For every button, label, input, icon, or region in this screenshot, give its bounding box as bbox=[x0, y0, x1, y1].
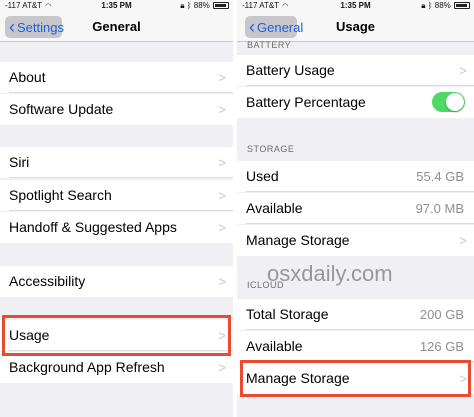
battery-percent: 88% bbox=[434, 1, 451, 10]
chevron-right-icon: > bbox=[459, 233, 467, 248]
row-label: Used bbox=[246, 168, 279, 184]
nav-bar: ‹ General Usage bbox=[237, 12, 474, 42]
chevron-right-icon: > bbox=[218, 360, 226, 375]
row-label: Total Storage bbox=[246, 306, 329, 322]
row-value: 97.0 MB bbox=[415, 201, 464, 216]
usage-row-battery-percentage: Battery Percentage bbox=[237, 87, 474, 118]
row-label: Software Update bbox=[9, 101, 114, 117]
row-label: Battery Percentage bbox=[246, 94, 366, 110]
page-title: General bbox=[92, 19, 141, 34]
chevron-right-icon: > bbox=[459, 371, 467, 386]
usage-row-used: Used 55.4 GB bbox=[237, 161, 474, 192]
battery-percentage-toggle[interactable] bbox=[432, 92, 465, 112]
chevron-right-icon: > bbox=[459, 63, 467, 78]
row-label: Usage bbox=[9, 327, 50, 343]
settings-row-background-app-refresh[interactable]: Background App Refresh > bbox=[0, 352, 233, 383]
settings-row-about[interactable]: About > bbox=[0, 62, 233, 93]
watermark: osxdaily.com bbox=[267, 261, 393, 286]
settings-row-software-update[interactable]: Software Update > bbox=[0, 94, 233, 125]
general-screen: -117 AT&T ◠ 1:35 PM 🔒︎ ᛒ 88% ‹ Settings G… bbox=[0, 0, 233, 417]
settings-row-usage[interactable]: Usage > bbox=[0, 320, 233, 351]
row-label: Spotlight Search bbox=[9, 187, 112, 203]
battery-percent: 88% bbox=[193, 1, 210, 10]
usage-screen: -117 AT&T ◠ 1:35 PM 🔒︎ ᛒ 88% ‹ General Us… bbox=[237, 0, 474, 417]
status-bar: -117 AT&T ◠ 1:35 PM 🔒︎ ᛒ 88% bbox=[237, 0, 474, 12]
chevron-right-icon: > bbox=[218, 155, 226, 170]
page-title: Usage bbox=[335, 19, 376, 34]
battery-icon bbox=[213, 2, 229, 9]
bluetooth-icon: ᛒ bbox=[186, 1, 192, 10]
settings-row-siri[interactable]: Siri > bbox=[0, 147, 233, 178]
usage-row-total-storage: Total Storage 200 GB bbox=[237, 299, 474, 330]
chevron-right-icon: > bbox=[218, 102, 226, 117]
row-label: Manage Storage bbox=[246, 232, 350, 248]
settings-row-handoff[interactable]: Handoff & Suggested Apps > bbox=[0, 212, 233, 243]
section-header-battery: BATTERY bbox=[247, 40, 292, 50]
usage-row-icloud-available: Available 126 GB bbox=[237, 331, 474, 362]
row-value: 200 GB bbox=[419, 307, 464, 322]
usage-row-manage-storage[interactable]: Manage Storage > bbox=[237, 225, 474, 256]
status-bar: -117 AT&T ◠ 1:35 PM 🔒︎ ᛒ 88% bbox=[0, 0, 233, 12]
row-label: About bbox=[9, 69, 46, 85]
nav-bar: ‹ Settings General bbox=[0, 12, 233, 42]
status-right: 🔒︎ ᛒ 88% bbox=[421, 1, 470, 11]
row-label: Battery Usage bbox=[246, 62, 335, 78]
row-label: Siri bbox=[9, 154, 30, 170]
chevron-right-icon: > bbox=[218, 274, 226, 289]
lock-icon: 🔒︎ bbox=[421, 1, 426, 10]
row-label: Accessibility bbox=[9, 273, 86, 289]
toggle-knob bbox=[446, 93, 464, 111]
chevron-right-icon: > bbox=[218, 220, 226, 235]
row-value: 126 GB bbox=[419, 339, 464, 354]
row-label: Manage Storage bbox=[246, 370, 350, 386]
battery-icon bbox=[454, 2, 470, 9]
usage-row-battery-usage[interactable]: Battery Usage > bbox=[237, 55, 474, 86]
usage-row-icloud-manage-storage[interactable]: Manage Storage > bbox=[237, 363, 474, 394]
chevron-right-icon: > bbox=[218, 70, 226, 85]
usage-row-available: Available 97.0 MB bbox=[237, 193, 474, 224]
section-header-storage: STORAGE bbox=[247, 144, 295, 154]
status-right: 🔒︎ ᛒ 88% bbox=[180, 1, 229, 11]
chevron-right-icon: > bbox=[218, 188, 226, 203]
chevron-right-icon: > bbox=[218, 328, 226, 343]
row-label: Available bbox=[246, 200, 303, 216]
settings-row-accessibility[interactable]: Accessibility > bbox=[0, 266, 233, 297]
row-label: Available bbox=[246, 338, 303, 354]
row-label: Background App Refresh bbox=[9, 359, 165, 375]
row-label: Handoff & Suggested Apps bbox=[9, 219, 177, 235]
bluetooth-icon: ᛒ bbox=[427, 1, 433, 10]
lock-icon: 🔒︎ bbox=[180, 1, 185, 10]
row-value: 55.4 GB bbox=[416, 169, 464, 184]
settings-row-spotlight-search[interactable]: Spotlight Search > bbox=[0, 180, 233, 211]
